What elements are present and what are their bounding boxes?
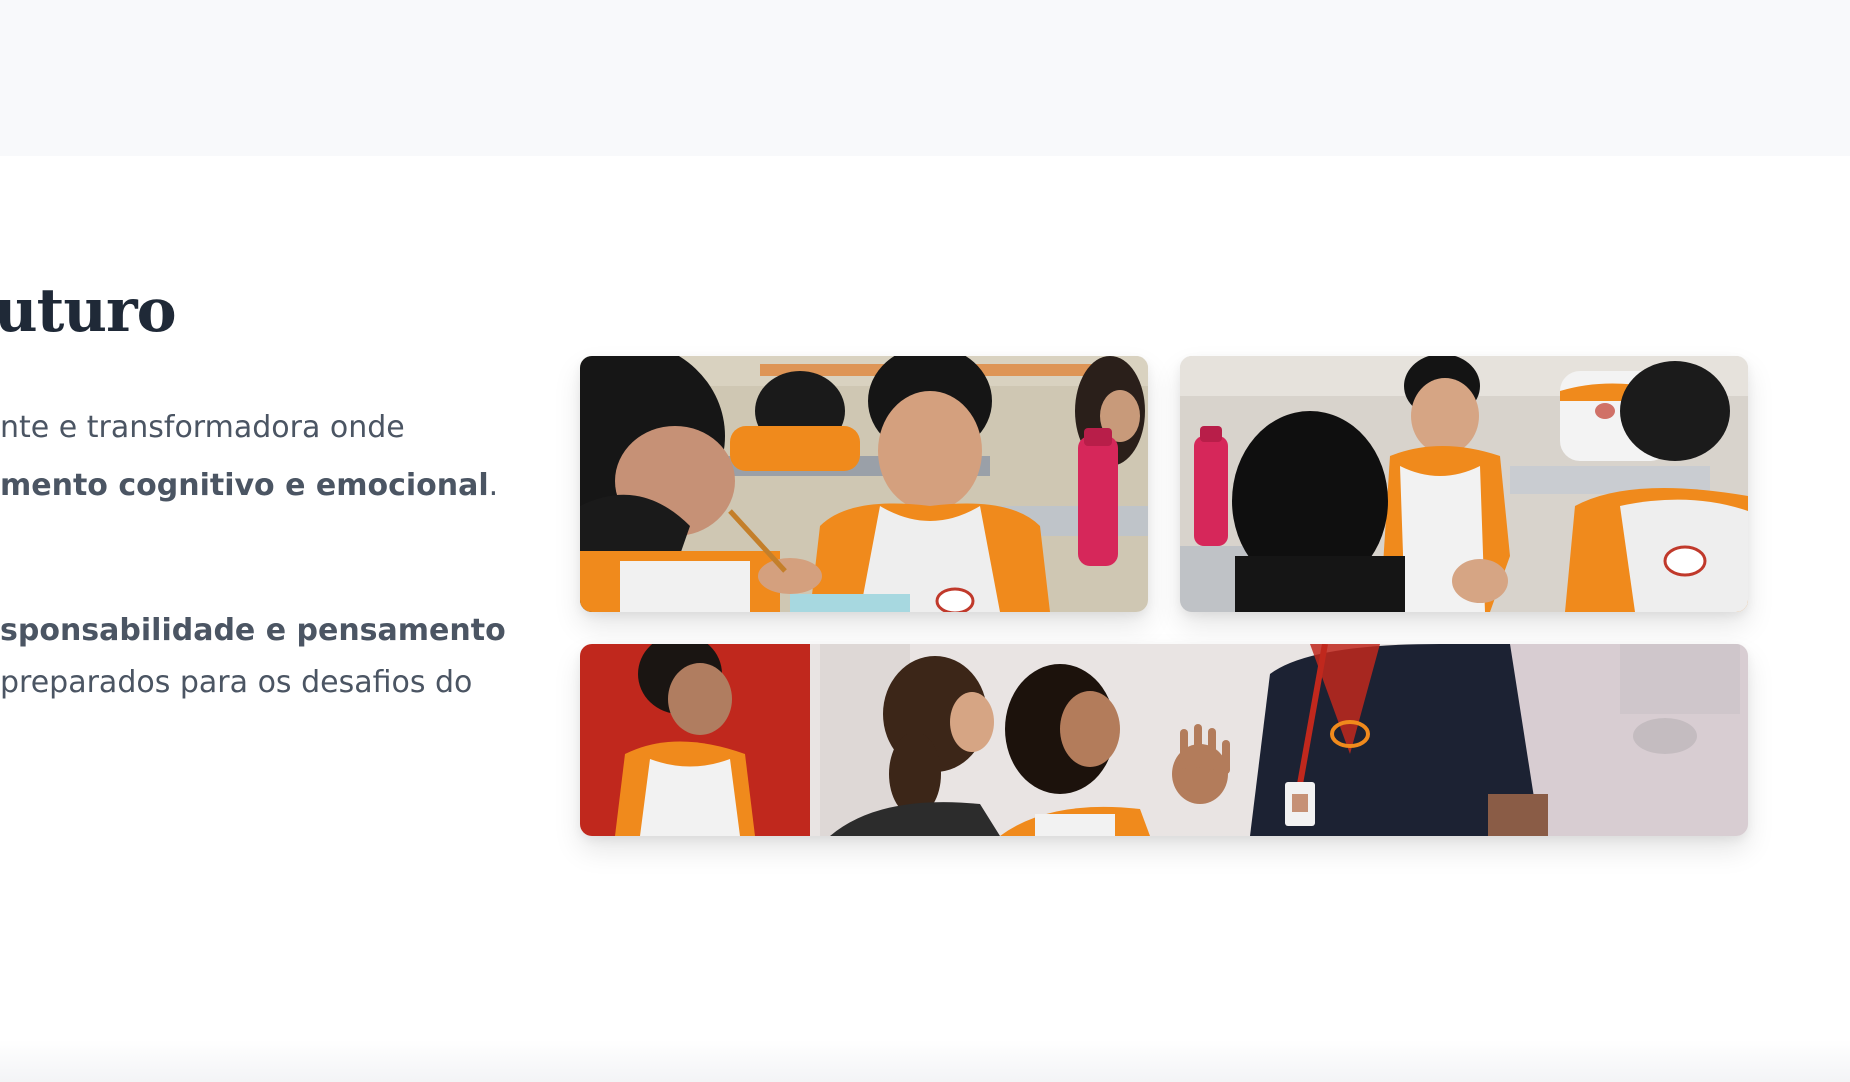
footer-shadow-band — [0, 1040, 1850, 1082]
intro-line-1: nte e transformadora onde — [0, 410, 405, 445]
header-band — [0, 0, 1850, 156]
values-line-1-bold: sponsabilidade e pensamento — [0, 613, 506, 648]
intro-paragraph: nte e transformadora onde mento cognitiv… — [0, 399, 498, 515]
intro-line-2-tail: . — [488, 468, 499, 503]
values-line-2: preparados para os desafios do — [0, 665, 473, 700]
gallery-photo-students-teacher — [580, 644, 1748, 836]
photo-illustration — [580, 644, 1748, 836]
gallery-photo-classroom-focus — [580, 356, 1148, 612]
photo-illustration — [580, 356, 1148, 612]
section-heading: uturo — [0, 276, 177, 346]
values-paragraph: sponsabilidade e pensamento preparados p… — [0, 605, 506, 709]
photo-illustration — [1180, 356, 1748, 612]
gallery-photo-classroom-group — [1180, 356, 1748, 612]
intro-line-2-bold: mento cognitivo e emocional — [0, 468, 489, 503]
